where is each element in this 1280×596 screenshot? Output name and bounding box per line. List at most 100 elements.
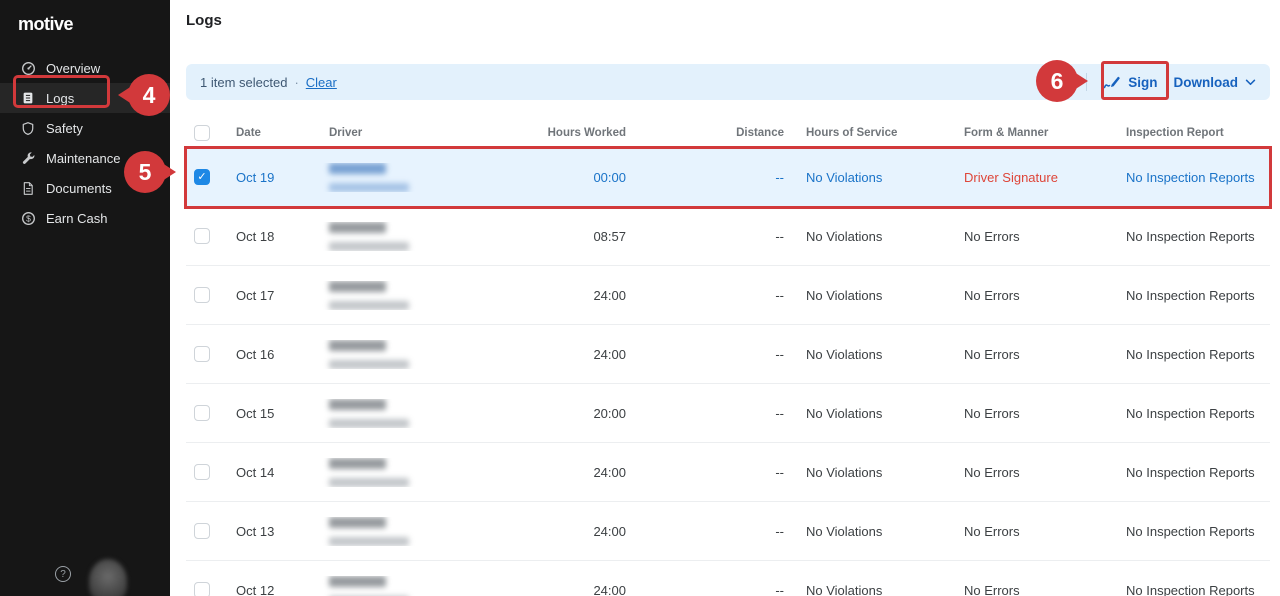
driver-name-redacted bbox=[329, 222, 386, 233]
column-header-date[interactable]: Date bbox=[226, 127, 321, 139]
row-checkbox[interactable] bbox=[194, 405, 210, 421]
row-hours-worked: 24:00 bbox=[521, 524, 626, 539]
row-hours-worked: 00:00 bbox=[521, 170, 626, 185]
row-hours-of-service: No Violations bbox=[784, 583, 952, 596]
table-row[interactable]: Oct 18 08:57 -- No Violations No Errors … bbox=[186, 207, 1270, 266]
row-distance: -- bbox=[626, 229, 784, 244]
sidebar-item-maintenance[interactable]: Maintenance bbox=[0, 143, 170, 173]
sidebar-item-label: Safety bbox=[46, 121, 83, 136]
driver-name-redacted bbox=[329, 281, 386, 292]
row-distance: -- bbox=[626, 524, 784, 539]
sidebar-item-label: Earn Cash bbox=[46, 211, 107, 226]
download-button[interactable]: Download bbox=[1174, 75, 1257, 90]
sidebar-item-label: Logs bbox=[46, 91, 74, 106]
row-checkbox[interactable] bbox=[194, 464, 210, 480]
sidebar-item-earn-cash[interactable]: $ Earn Cash bbox=[0, 203, 170, 233]
sidebar-item-safety[interactable]: Safety bbox=[0, 113, 170, 143]
column-header-distance[interactable]: Distance bbox=[626, 127, 784, 139]
row-driver bbox=[321, 163, 521, 192]
overview-icon bbox=[20, 60, 36, 76]
row-form-manner: No Errors bbox=[952, 465, 1112, 480]
row-hours-of-service: No Violations bbox=[784, 229, 952, 244]
row-form-manner: No Errors bbox=[952, 229, 1112, 244]
row-distance: -- bbox=[626, 170, 784, 185]
sidebar-item-logs[interactable]: Logs bbox=[0, 83, 170, 113]
row-checkbox[interactable] bbox=[194, 582, 210, 596]
row-driver bbox=[321, 517, 521, 546]
row-checkbox[interactable]: ✓ bbox=[194, 169, 210, 185]
driver-name-redacted bbox=[329, 517, 386, 528]
row-hours-of-service: No Violations bbox=[784, 288, 952, 303]
row-distance: -- bbox=[626, 583, 784, 596]
row-date: Oct 14 bbox=[226, 465, 321, 480]
column-header-hours-worked[interactable]: Hours Worked bbox=[521, 127, 626, 139]
table-row[interactable]: ✓ Oct 19 00:00 -- No Violations Driver S… bbox=[186, 148, 1270, 207]
row-driver bbox=[321, 222, 521, 251]
user-avatar[interactable] bbox=[89, 559, 127, 596]
row-hours-of-service: No Violations bbox=[784, 406, 952, 421]
table-row[interactable]: Oct 15 20:00 -- No Violations No Errors … bbox=[186, 384, 1270, 443]
main-content: Logs 1 item selected · Clear Sign Downlo… bbox=[170, 0, 1280, 596]
row-inspection-report: No Inspection Reports bbox=[1112, 229, 1270, 244]
row-hours-worked: 24:00 bbox=[521, 347, 626, 362]
column-header-hours-of-service[interactable]: Hours of Service bbox=[784, 127, 952, 139]
driver-name-redacted bbox=[329, 163, 386, 174]
motive-logo: motive bbox=[0, 0, 170, 53]
table-row[interactable]: Oct 17 24:00 -- No Violations No Errors … bbox=[186, 266, 1270, 325]
row-checkbox[interactable] bbox=[194, 228, 210, 244]
row-distance: -- bbox=[626, 406, 784, 421]
row-hours-of-service: No Violations bbox=[784, 465, 952, 480]
download-button-label: Download bbox=[1174, 75, 1239, 90]
row-hours-worked: 24:00 bbox=[521, 583, 626, 596]
table-row[interactable]: Oct 12 24:00 -- No Violations No Errors … bbox=[186, 561, 1270, 596]
sidebar-item-label: Maintenance bbox=[46, 151, 120, 166]
sidebar-item-documents[interactable]: Documents bbox=[0, 173, 170, 203]
selection-actions: Sign Download bbox=[1086, 73, 1256, 91]
select-all-checkbox[interactable] bbox=[194, 125, 210, 141]
table-header: Date Driver Hours Worked Distance Hours … bbox=[186, 118, 1270, 148]
row-date: Oct 16 bbox=[226, 347, 321, 362]
row-checkbox[interactable] bbox=[194, 346, 210, 362]
row-distance: -- bbox=[626, 465, 784, 480]
separator-dot: · bbox=[294, 75, 298, 90]
selection-info: 1 item selected · Clear bbox=[200, 75, 337, 90]
column-header-driver[interactable]: Driver bbox=[321, 127, 521, 139]
row-date: Oct 12 bbox=[226, 583, 321, 596]
help-icon[interactable]: ? bbox=[55, 566, 71, 582]
row-inspection-report: No Inspection Reports bbox=[1112, 406, 1270, 421]
row-driver bbox=[321, 458, 521, 487]
selection-bar: 1 item selected · Clear Sign Download bbox=[186, 64, 1270, 100]
row-hours-of-service: No Violations bbox=[784, 170, 952, 185]
logs-icon bbox=[20, 90, 36, 106]
row-checkbox[interactable] bbox=[194, 523, 210, 539]
row-date: Oct 19 bbox=[226, 170, 321, 185]
selected-count-text: 1 item selected bbox=[200, 75, 287, 90]
row-hours-worked: 24:00 bbox=[521, 288, 626, 303]
signature-pen-icon bbox=[1103, 75, 1121, 90]
table-row[interactable]: Oct 14 24:00 -- No Violations No Errors … bbox=[186, 443, 1270, 502]
driver-name-redacted bbox=[329, 340, 386, 351]
row-inspection-report: No Inspection Reports bbox=[1112, 347, 1270, 362]
driver-subtext-redacted bbox=[329, 478, 409, 487]
driver-subtext-redacted bbox=[329, 419, 409, 428]
column-header-form-manner[interactable]: Form & Manner bbox=[952, 127, 1112, 139]
row-driver bbox=[321, 340, 521, 369]
row-hours-of-service: No Violations bbox=[784, 347, 952, 362]
driver-name-redacted bbox=[329, 576, 386, 587]
chevron-down-icon bbox=[1245, 79, 1256, 86]
row-date: Oct 18 bbox=[226, 229, 321, 244]
table-row[interactable]: Oct 13 24:00 -- No Violations No Errors … bbox=[186, 502, 1270, 561]
row-date: Oct 17 bbox=[226, 288, 321, 303]
row-date: Oct 15 bbox=[226, 406, 321, 421]
sign-button[interactable]: Sign bbox=[1103, 75, 1157, 90]
row-inspection-report: No Inspection Reports bbox=[1112, 170, 1270, 185]
sidebar-item-label: Overview bbox=[46, 61, 100, 76]
sidebar-item-overview[interactable]: Overview bbox=[0, 53, 170, 83]
page-title: Logs bbox=[186, 12, 1270, 34]
table-row[interactable]: Oct 16 24:00 -- No Violations No Errors … bbox=[186, 325, 1270, 384]
driver-name-redacted bbox=[329, 399, 386, 410]
row-checkbox[interactable] bbox=[194, 287, 210, 303]
clear-selection-link[interactable]: Clear bbox=[306, 75, 337, 90]
column-header-inspection-report[interactable]: Inspection Report bbox=[1112, 127, 1270, 139]
sidebar: motive Overview Logs Safety bbox=[0, 0, 170, 596]
